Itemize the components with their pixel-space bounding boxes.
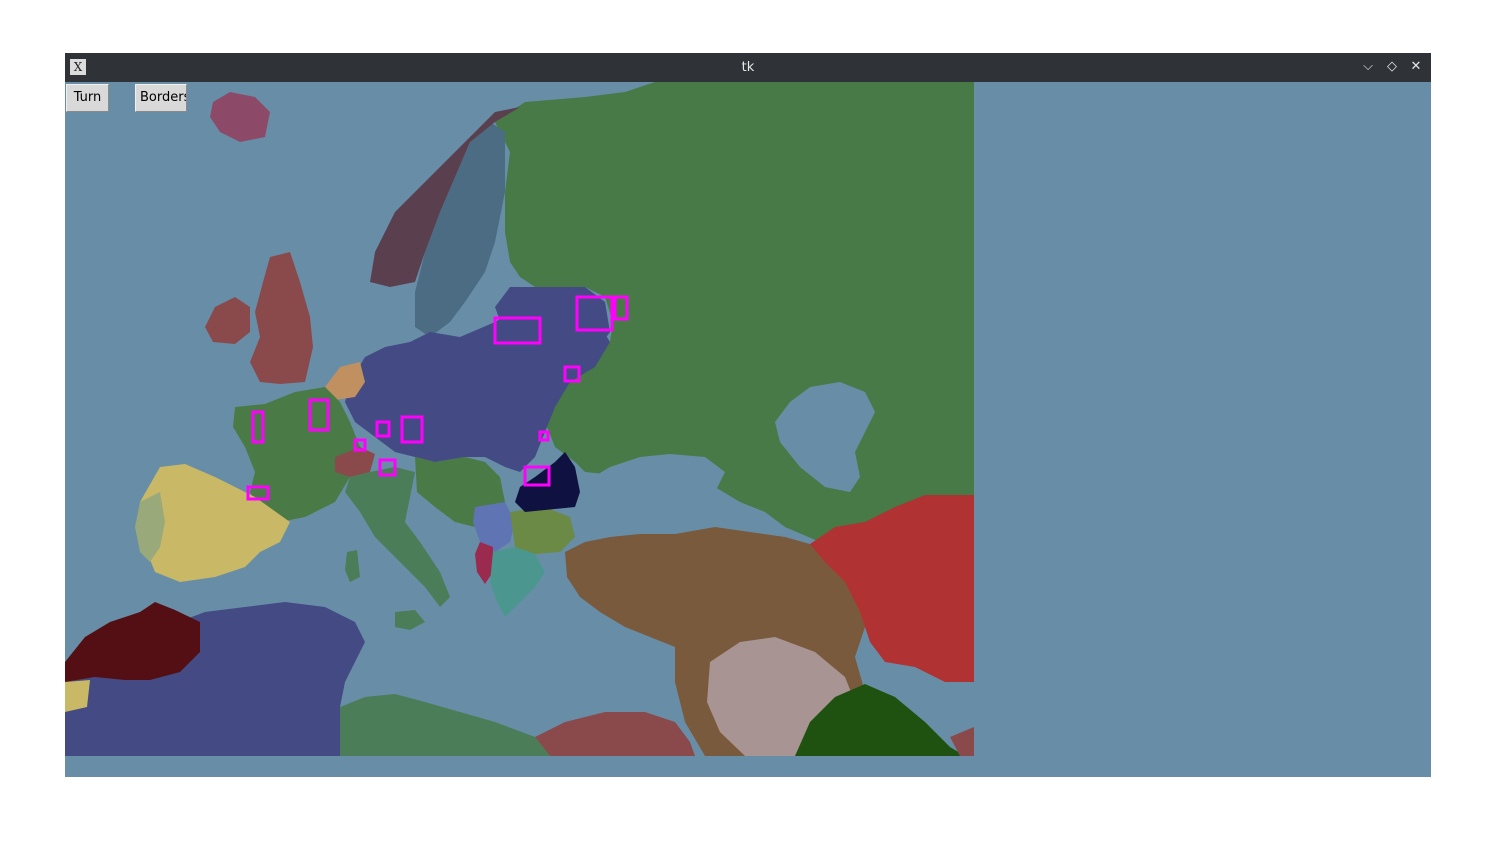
canvas-area: Turn Borders — [65, 82, 1431, 777]
title-bar[interactable]: X tk ⌵ ◇ ✕ — [65, 53, 1431, 82]
app-window: X tk ⌵ ◇ ✕ Turn Borders — [65, 53, 1431, 777]
close-icon[interactable]: ✕ — [1407, 58, 1425, 76]
turn-button[interactable]: Turn — [66, 84, 109, 112]
window-title: tk — [741, 60, 755, 75]
minimize-icon[interactable]: ⌵ — [1359, 58, 1377, 76]
maximize-icon[interactable]: ◇ — [1383, 58, 1401, 76]
borders-button[interactable]: Borders — [135, 84, 187, 112]
europe-map[interactable] — [65, 82, 974, 756]
